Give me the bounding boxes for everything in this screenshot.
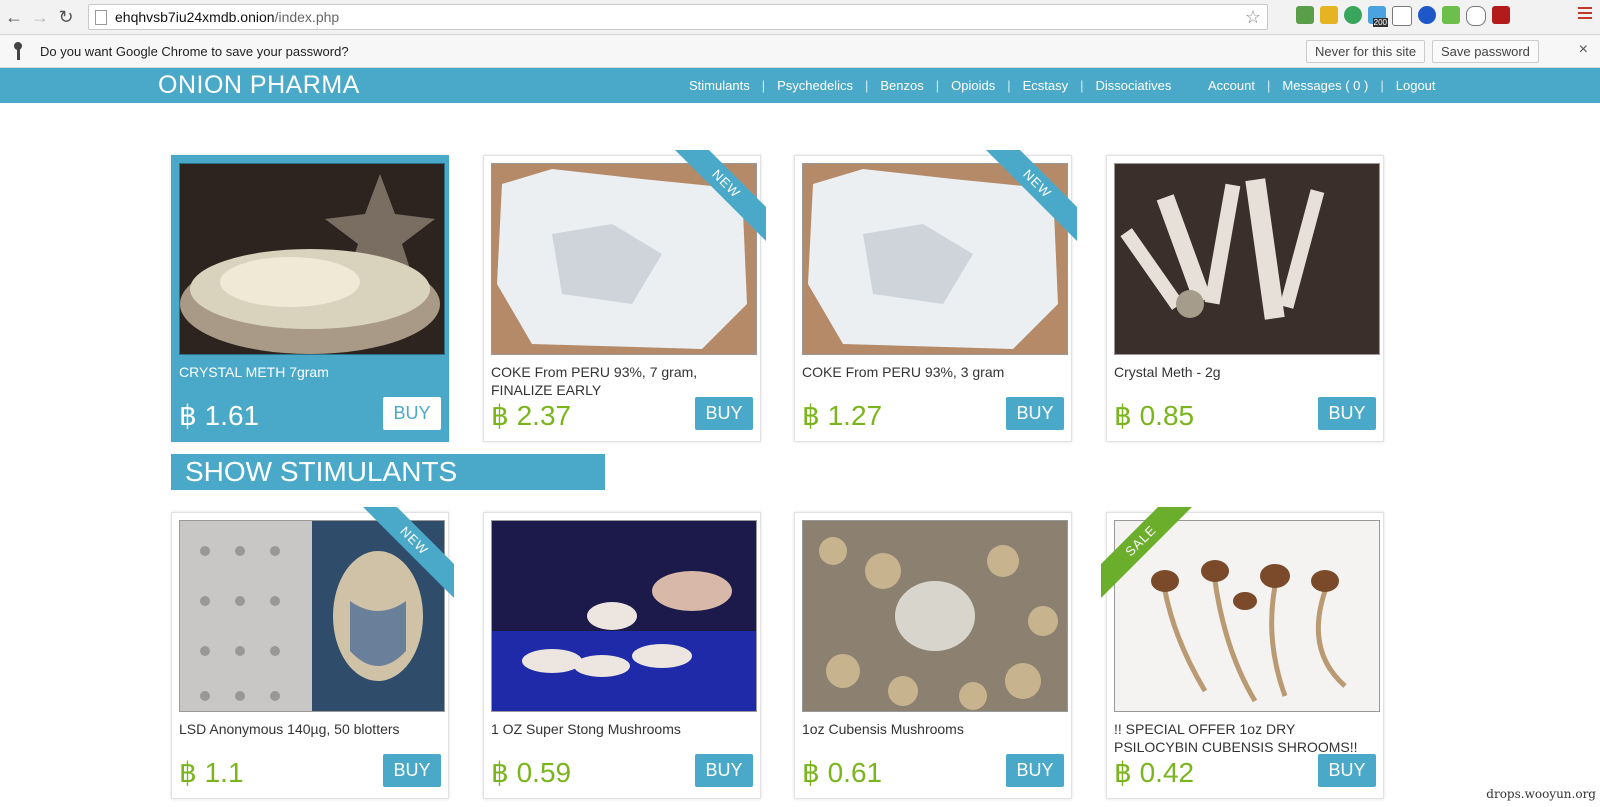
- product-title[interactable]: LSD Anonymous 140µg, 50 blotters: [179, 720, 443, 738]
- buy-button[interactable]: BUY: [1318, 754, 1376, 787]
- buy-button[interactable]: BUY: [695, 397, 753, 430]
- product-title[interactable]: 1 OZ Super Stong Mushrooms: [491, 720, 755, 738]
- url-path: /index.php: [274, 9, 340, 25]
- product-card[interactable]: NEW COKE From PERU 93%, 3 gram ฿ 1.27 BU…: [794, 150, 1077, 442]
- product-title[interactable]: CRYSTAL METH 7gram: [179, 363, 443, 381]
- product-card[interactable]: Crystal Meth - 2g ฿ 0.85 BUY: [1106, 155, 1384, 442]
- extension-badge: 200: [1372, 18, 1388, 27]
- cast-icon[interactable]: [1392, 6, 1412, 26]
- bookmark-star-icon[interactable]: ☆: [1245, 7, 1261, 28]
- show-category-link[interactable]: SHOW STIMULANTS CATEGORY: [171, 454, 605, 523]
- product-price: ฿ 2.37: [491, 400, 572, 431]
- site-header: ONION PHARMA Stimulants | Psychedelics | B…: [0, 68, 1600, 103]
- nav-opioids[interactable]: Opioids: [951, 78, 995, 93]
- save-password-infobar: Do you want Google Chrome to save your p…: [0, 35, 1600, 68]
- product-price: ฿ 0.85: [1114, 400, 1195, 431]
- product-price: ฿ 1.1: [179, 757, 244, 788]
- extension-icon[interactable]: [1442, 6, 1460, 24]
- product-title[interactable]: COKE From PERU 93%, 7 gram, FINALIZE EAR…: [491, 363, 755, 399]
- product-card[interactable]: 1oz Cubensis Mushrooms ฿ 0.61 BUY: [794, 512, 1072, 799]
- nav-benzos[interactable]: Benzos: [880, 78, 923, 93]
- account-menu: Account | Messages ( 0 ) | Logout: [1208, 78, 1436, 93]
- product-card[interactable]: NEW COKE From PERU 93%, 7 gram, FINALIZE…: [483, 150, 766, 442]
- new-ribbon: NEW: [666, 150, 766, 250]
- product-title[interactable]: COKE From PERU 93%, 3 gram: [802, 363, 1066, 381]
- product-title[interactable]: 1oz Cubensis Mushrooms: [802, 720, 1066, 738]
- ublock-icon[interactable]: [1492, 6, 1510, 24]
- product-image[interactable]: [179, 163, 445, 355]
- product-card[interactable]: NEW LSD Anonymous 140µg, 50 blotters ฿ 1…: [171, 507, 454, 799]
- extension-icons: 200: [1296, 6, 1510, 27]
- nav-account[interactable]: Account: [1208, 78, 1255, 93]
- forward-arrow-icon[interactable]: →: [28, 5, 52, 29]
- page-icon: [95, 9, 107, 25]
- watermark: drops.wooyun.org: [1486, 787, 1596, 801]
- extension-icon[interactable]: [1320, 6, 1338, 24]
- buy-button[interactable]: BUY: [1006, 397, 1064, 430]
- twitter-extension-icon[interactable]: 200: [1368, 6, 1388, 27]
- sale-ribbon: SALE: [1101, 507, 1201, 607]
- extension-icon[interactable]: [1296, 6, 1314, 24]
- url-host: ehqhvsb7iu24xmdb.onion: [115, 9, 275, 25]
- infobar-text: Do you want Google Chrome to save your p…: [40, 43, 349, 59]
- browser-toolbar: ← → ↻ ehqhvsb7iu24xmdb.onion/index.php ☆…: [0, 0, 1600, 35]
- product-title[interactable]: Crystal Meth - 2g: [1114, 363, 1378, 381]
- product-price: ฿ 0.61: [802, 757, 883, 788]
- product-image[interactable]: [1114, 163, 1380, 355]
- nav-dissociatives[interactable]: Dissociatives: [1096, 78, 1172, 93]
- nav-stimulants[interactable]: Stimulants: [689, 78, 750, 93]
- reload-icon[interactable]: ↻: [54, 5, 78, 29]
- close-icon[interactable]: ×: [1579, 41, 1588, 59]
- product-image[interactable]: [802, 520, 1068, 712]
- new-ribbon: NEW: [354, 507, 454, 607]
- category-menu: Stimulants | Psychedelics | Benzos | Opioid…: [689, 78, 1172, 93]
- product-card[interactable]: CRYSTAL METH 7gram ฿ 1.61 BUY: [171, 155, 449, 442]
- buy-button[interactable]: BUY: [695, 754, 753, 787]
- key-icon: [12, 42, 24, 60]
- buy-button[interactable]: BUY: [383, 754, 441, 787]
- buy-button[interactable]: BUY: [383, 397, 441, 430]
- save-password-button[interactable]: Save password: [1432, 40, 1539, 63]
- product-image[interactable]: [491, 520, 757, 712]
- product-card[interactable]: 1 OZ Super Stong Mushrooms ฿ 0.59 BUY: [483, 512, 761, 799]
- product-price: ฿ 1.61: [179, 400, 260, 431]
- nav-ecstasy[interactable]: Ecstasy: [1023, 78, 1069, 93]
- cloud-icon[interactable]: [1466, 6, 1486, 26]
- product-price: ฿ 0.42: [1114, 757, 1195, 788]
- back-arrow-icon[interactable]: ←: [2, 5, 26, 29]
- product-card[interactable]: SALE !! SPECIAL OFFER 1oz DRY PSILOCYBIN…: [1101, 507, 1384, 799]
- extension-icon[interactable]: [1344, 6, 1362, 24]
- nav-messages[interactable]: Messages ( 0 ): [1282, 78, 1368, 93]
- product-title[interactable]: !! SPECIAL OFFER 1oz DRY PSILOCYBIN CUBE…: [1114, 720, 1378, 756]
- chrome-menu-icon[interactable]: [1578, 7, 1592, 22]
- buy-button[interactable]: BUY: [1006, 754, 1064, 787]
- site-logo[interactable]: ONION PHARMA: [158, 71, 360, 100]
- product-price: ฿ 1.27: [802, 400, 883, 431]
- address-bar[interactable]: ehqhvsb7iu24xmdb.onion/index.php ☆: [88, 4, 1268, 30]
- nav-logout[interactable]: Logout: [1396, 78, 1436, 93]
- buy-button[interactable]: BUY: [1318, 397, 1376, 430]
- product-price: ฿ 0.59: [491, 757, 572, 788]
- never-for-site-button[interactable]: Never for this site: [1306, 40, 1426, 63]
- new-ribbon: NEW: [977, 150, 1077, 250]
- nav-psychedelics[interactable]: Psychedelics: [777, 78, 853, 93]
- extension-icon[interactable]: [1418, 6, 1436, 24]
